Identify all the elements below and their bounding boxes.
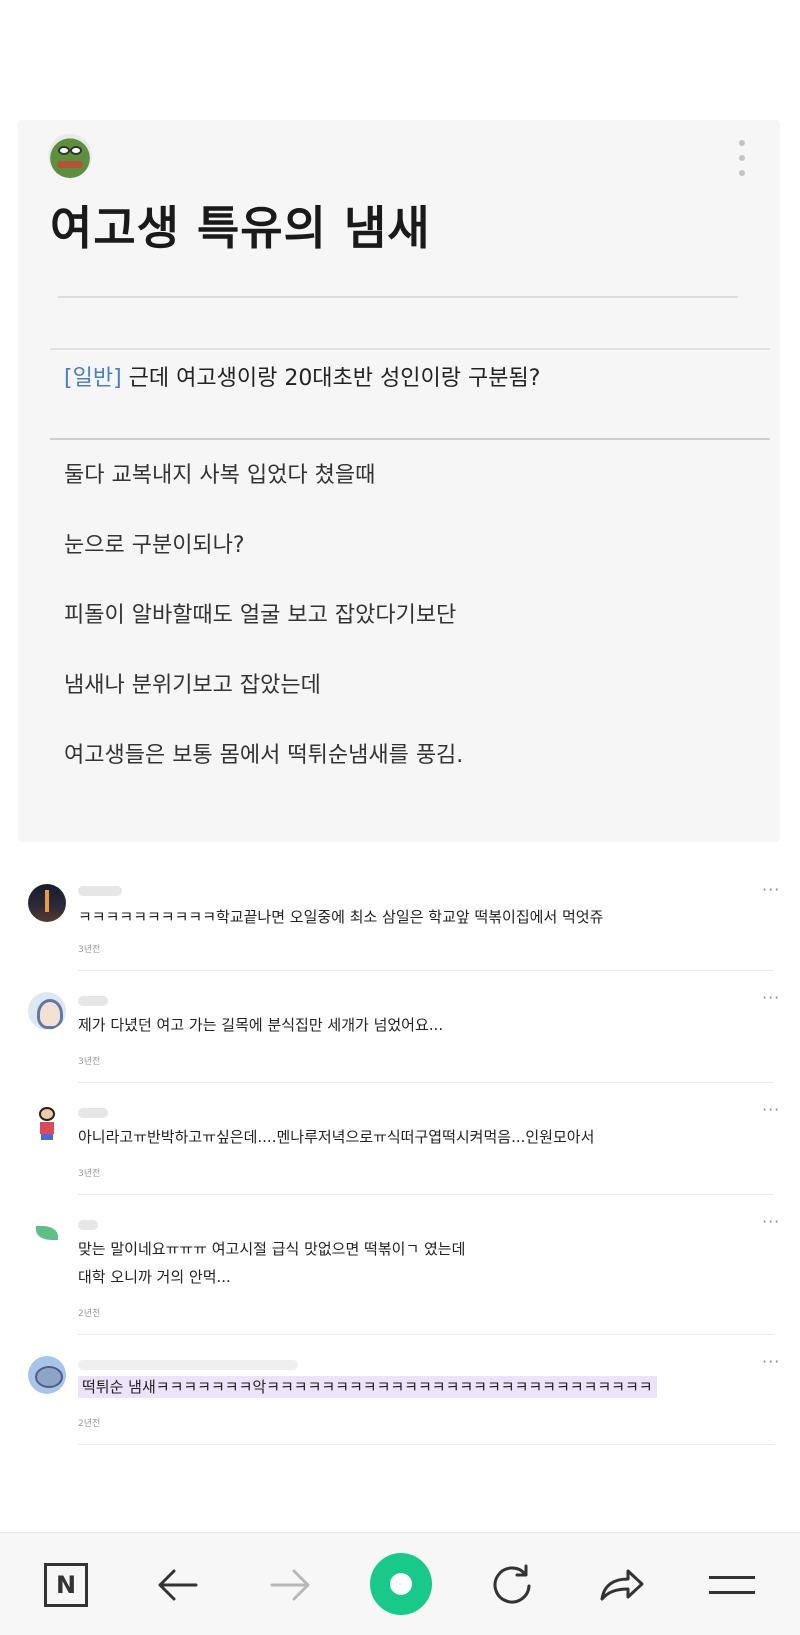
comment-divider xyxy=(78,1334,774,1335)
avatar-body xyxy=(40,1122,54,1134)
comment-more-icon[interactable]: ··· xyxy=(762,880,780,899)
forward-button[interactable] xyxy=(262,1559,318,1611)
divider xyxy=(50,348,770,350)
refresh-icon xyxy=(493,1564,531,1604)
comment-text: 떡튀순 냄새ㅋㅋㅋㅋㅋㅋㅋ악ㅋㅋㅋㅋㅋㅋㅋㅋㅋㅋㅋㅋㅋㅋㅋㅋㅋㅋㅋㅋㅋㅋㅋㅋㅋㅋ… xyxy=(78,1374,657,1400)
commenter-name-blurred xyxy=(78,886,122,896)
back-button[interactable] xyxy=(150,1559,206,1611)
naver-home-icon: N xyxy=(44,1563,88,1607)
commenter-name-blurred xyxy=(78,1220,98,1230)
commenter-avatar[interactable] xyxy=(28,884,66,922)
divider xyxy=(50,438,770,440)
frog-eye-right xyxy=(70,146,82,155)
naver-home-button[interactable]: N xyxy=(38,1559,94,1611)
more-options-icon[interactable] xyxy=(736,140,748,176)
comment-text: 아니라고ㅠ반박하고ㅠ싶은데....멘나루저녁으로ㅠ식떠구엽떡시켜먹음...인원모… xyxy=(78,1128,595,1146)
body-line: 여고생들은 보통 몸에서 떡튀순냄새를 풍김. xyxy=(64,743,464,768)
comment-divider xyxy=(78,1082,774,1083)
comment-text-line2: 대학 오니까 거의 안먹... xyxy=(78,1268,231,1286)
comment-text: ㅋㅋㅋㅋㅋㅋㅋㅋㅋㅋ학교끝나면 오일중에 최소 삼일은 학교앞 떡볶이집에서 먹… xyxy=(78,908,604,926)
green-dot-icon xyxy=(390,1573,412,1595)
comment-divider xyxy=(78,970,774,971)
green-dot-button[interactable] xyxy=(370,1553,432,1615)
divider xyxy=(58,296,738,298)
body-line: 둘다 교복내지 사복 입었다 쳤을때 xyxy=(64,463,376,488)
category-tag: [일반] xyxy=(64,366,122,391)
comment-time: 3년전 xyxy=(78,945,101,955)
body-line: 눈으로 구분이되나? xyxy=(64,533,245,558)
forward-arrow-icon xyxy=(270,1569,310,1601)
comment-more-icon[interactable]: ··· xyxy=(762,988,780,1007)
commenter-avatar[interactable] xyxy=(28,1356,66,1394)
commenter-name-blurred xyxy=(78,1108,108,1118)
commenter-avatar[interactable] xyxy=(28,992,66,1030)
comment-more-icon[interactable]: ··· xyxy=(762,1352,780,1371)
frog-mouth xyxy=(57,161,83,168)
menu-icon xyxy=(709,1576,755,1594)
frog-eye-left xyxy=(58,146,70,155)
comment-more-icon[interactable]: ··· xyxy=(762,1212,780,1231)
comment-divider xyxy=(78,1444,774,1445)
comment-highlight: 떡튀순 냄새ㅋㅋㅋㅋㅋㅋㅋ악ㅋㅋㅋㅋㅋㅋㅋㅋㅋㅋㅋㅋㅋㅋㅋㅋㅋㅋㅋㅋㅋㅋㅋㅋㅋㅋ… xyxy=(78,1376,657,1398)
body-line: 피돌이 알바할때도 얼굴 보고 잡았다기보단 xyxy=(64,603,457,628)
post-title: 여고생 특유의 냄새 xyxy=(50,201,431,255)
comment-time: 2년전 xyxy=(78,1419,101,1429)
commenter-name-blurred xyxy=(78,1360,298,1370)
back-arrow-icon xyxy=(158,1569,198,1601)
refresh-button[interactable] xyxy=(484,1559,540,1611)
quoted-title-text: 근데 여고생이랑 20대초반 성인이랑 구분됨? xyxy=(121,366,541,391)
comment-time: 3년전 xyxy=(78,1057,101,1067)
share-icon xyxy=(600,1569,644,1601)
quoted-post-title: [일반] 근데 여고생이랑 20대초반 성인이랑 구분됨? xyxy=(64,360,540,392)
commenter-avatar[interactable] xyxy=(28,1104,66,1142)
post-card: 여고생 특유의 냄새 [일반] 근데 여고생이랑 20대초반 성인이랑 구분됨?… xyxy=(18,120,780,842)
comment-text: 제가 다녔던 여고 가는 길목에 분식집만 세개가 넘었어요... xyxy=(78,1016,444,1034)
avatar-head xyxy=(39,1107,55,1121)
share-button[interactable] xyxy=(594,1559,650,1611)
bottom-toolbar: N xyxy=(0,1532,800,1635)
avatar-legs xyxy=(41,1134,53,1140)
commenter-name-blurred xyxy=(78,996,108,1006)
comment-text: 맞는 말이네요ㅠㅠㅠ 여고시절 급식 맛없으면 떡볶이ㄱ 였는데 xyxy=(78,1240,466,1258)
author-avatar[interactable] xyxy=(48,134,92,178)
commenter-avatar[interactable] xyxy=(28,1216,66,1254)
comment-time: 2년전 xyxy=(78,1309,101,1319)
menu-button[interactable] xyxy=(704,1559,760,1611)
post-body: 둘다 교복내지 사복 입었다 쳤을때 눈으로 구분이되나? 피돌이 알바할때도 … xyxy=(64,458,463,808)
comment-more-icon[interactable]: ··· xyxy=(762,1100,780,1119)
body-line: 냄새나 분위기보고 잡았는데 xyxy=(64,673,321,698)
leaf-icon xyxy=(36,1226,58,1240)
comment-divider xyxy=(78,1194,774,1195)
comment-time: 3년전 xyxy=(78,1169,101,1179)
